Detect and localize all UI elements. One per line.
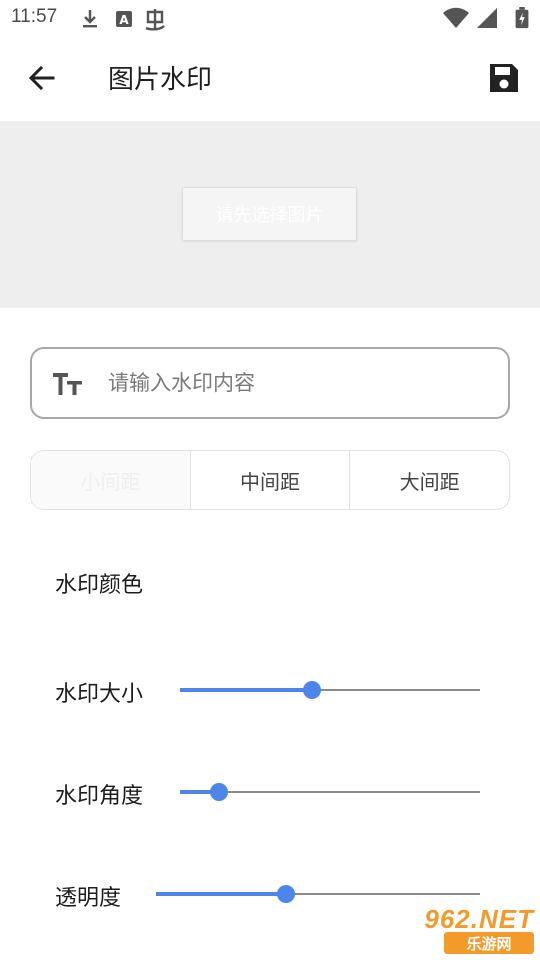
floppy-disk-icon xyxy=(490,64,518,92)
wifi-icon xyxy=(443,7,469,28)
opacity-label: 透明度 xyxy=(55,886,122,911)
cell-signal-icon xyxy=(477,8,497,28)
watermark-color-label[interactable]: 水印颜色 xyxy=(55,567,143,599)
spacing-option-large[interactable]: 大间距 xyxy=(349,451,509,509)
save-button[interactable] xyxy=(484,58,524,98)
slider-thumb[interactable] xyxy=(276,885,295,903)
slider-thumb[interactable] xyxy=(210,783,228,801)
image-preview-area: 请先选择图片 xyxy=(0,121,540,308)
svg-text:A: A xyxy=(119,13,129,27)
watermark-angle-label: 水印角度 xyxy=(55,784,144,809)
watermark-size-slider[interactable] xyxy=(180,678,480,702)
battery-icon xyxy=(515,7,529,29)
a-box-icon: A xyxy=(116,11,132,27)
notification-glyph-icon xyxy=(145,9,165,31)
text-format-icon xyxy=(53,373,82,395)
spacing-option-small[interactable]: 小间距 xyxy=(31,451,190,509)
opacity-slider[interactable] xyxy=(156,882,480,906)
watermark-content-field[interactable] xyxy=(30,347,510,419)
download-icon xyxy=(83,10,97,28)
watermark-content-input[interactable] xyxy=(108,363,488,403)
select-image-button[interactable]: 请先选择图片 xyxy=(182,187,357,241)
spacing-segmented-control: 小间距 中间距 大间距 xyxy=(30,450,510,510)
arrow-left-icon xyxy=(28,65,55,91)
site-watermark-logo: 962.NET 乐游网 xyxy=(402,904,534,956)
status-bar: 11:57 A xyxy=(0,0,540,38)
slider-fill xyxy=(180,688,312,692)
page-title: 图片水印 xyxy=(108,65,213,95)
watermark-size-label: 水印大小 xyxy=(55,682,144,707)
logo-text-top: 962.NET xyxy=(424,904,534,934)
status-time: 11:57 xyxy=(11,6,58,27)
spacing-option-medium[interactable]: 中间距 xyxy=(189,451,350,509)
back-button[interactable] xyxy=(22,58,62,98)
slider-fill xyxy=(156,892,286,896)
app-bar: 图片水印 xyxy=(0,38,540,120)
logo-text-bottom: 乐游网 xyxy=(444,932,534,954)
watermark-angle-slider[interactable] xyxy=(180,780,480,804)
slider-thumb[interactable] xyxy=(303,681,321,699)
